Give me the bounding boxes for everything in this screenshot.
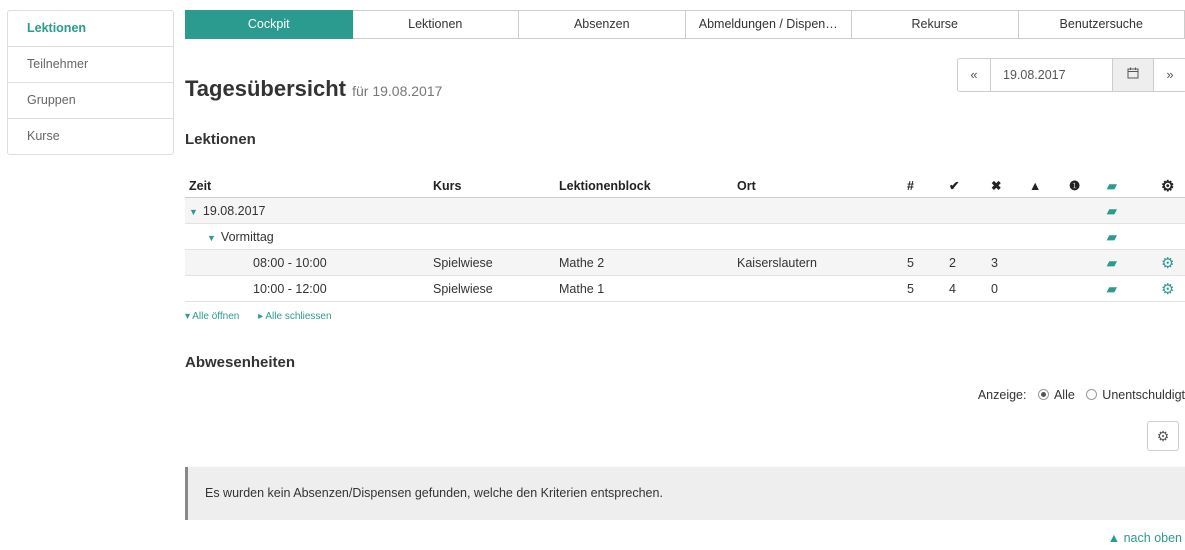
tab-cockpit[interactable]: Cockpit xyxy=(185,10,353,39)
abwesenheiten-section-title: Abwesenheiten xyxy=(185,354,296,371)
open-all-label: Alle öffnen xyxy=(192,311,240,322)
book-icon[interactable]: ▰ xyxy=(1103,249,1157,276)
settings-gear-button[interactable]: ⚙ xyxy=(1147,421,1179,451)
period-group-row: ▼ Vormittag ▰ xyxy=(185,223,1185,250)
column-present-icon[interactable]: ✔ xyxy=(945,174,987,198)
column-zeit[interactable]: Zeit xyxy=(185,174,429,198)
table-row: 08:00 - 10:00 Spielwiese Mathe 2 Kaisers… xyxy=(185,249,1185,276)
back-to-top-link[interactable]: ▲ nach oben xyxy=(1108,531,1182,545)
page-title: Tagesübersicht für 19.08.2017 xyxy=(185,76,442,102)
cell-present: 4 xyxy=(945,275,987,302)
caret-down-icon[interactable]: ▼ xyxy=(207,233,216,243)
date-group-row: ▼ 19.08.2017 ▰ xyxy=(185,197,1185,224)
left-navigation: Lektionen Teilnehmer Gruppen Kurse xyxy=(7,10,174,155)
back-to-top-label: nach oben xyxy=(1123,531,1182,545)
cell-ort xyxy=(733,275,903,302)
empty-message-box: Es wurden kein Absenzen/Dispensen gefund… xyxy=(185,467,1185,520)
cell-count: 5 xyxy=(903,249,945,276)
page-subtitle: für 19.08.2017 xyxy=(352,83,443,99)
tab-rekurse[interactable]: Rekurse xyxy=(852,10,1019,39)
radio-all-label[interactable]: Alle xyxy=(1054,388,1075,402)
cell-kurs-link[interactable]: Spielwiese xyxy=(429,249,555,276)
book-icon[interactable]: ▰ xyxy=(1103,275,1157,302)
table-row: 10:00 - 12:00 Spielwiese Mathe 1 5 4 0 ▰… xyxy=(185,275,1185,302)
close-all-label: Alle schliessen xyxy=(265,311,332,322)
date-group-label: 19.08.2017 xyxy=(202,203,266,218)
date-field[interactable]: 19.08.2017 xyxy=(990,59,1112,91)
column-info-icon[interactable]: ❶ xyxy=(1065,174,1103,198)
column-gears-icon: ⚙ xyxy=(1157,174,1185,198)
radio-all[interactable] xyxy=(1037,389,1049,400)
column-count[interactable]: # xyxy=(903,174,945,198)
cell-kurs-link[interactable]: Spielwiese xyxy=(429,275,555,302)
cell-zeit: 10:00 - 12:00 xyxy=(185,275,429,302)
period-group-label: Vormittag xyxy=(220,229,274,244)
column-absent-icon[interactable]: ✖ xyxy=(987,174,1025,198)
tab-lektionen[interactable]: Lektionen xyxy=(352,10,519,39)
lessons-table: Zeit Kurs Lektionenblock Ort # ✔ ✖ ▲ ❶ ▰… xyxy=(185,174,1185,302)
date-picker: « 19.08.2017 » xyxy=(957,58,1185,92)
date-group-cell[interactable]: ▼ 19.08.2017 xyxy=(185,197,1103,224)
gear-icon: ⚙ xyxy=(1156,428,1170,444)
absence-filter: Anzeige: Alle Unentschuldigt xyxy=(978,388,1185,402)
caret-down-icon[interactable]: ▼ xyxy=(189,207,198,217)
cell-zeit: 08:00 - 10:00 xyxy=(185,249,429,276)
column-book-icon: ▰ xyxy=(1103,174,1157,198)
gears-icon[interactable]: ⚙ xyxy=(1157,249,1185,276)
cell-ort: Kaiserslautern xyxy=(733,249,903,276)
period-group-cell[interactable]: ▼ Vormittag xyxy=(185,223,1103,250)
next-day-button[interactable]: » xyxy=(1153,59,1185,91)
tree-toggles: ▾ Alle öffnen ▸ Alle schliessen xyxy=(185,311,348,322)
sidebar-item-kurse[interactable]: Kurse xyxy=(8,118,173,154)
column-kurs[interactable]: Kurs xyxy=(429,174,555,198)
table-header-row: Zeit Kurs Lektionenblock Ort # ✔ ✖ ▲ ❶ ▰… xyxy=(185,174,1185,198)
previous-day-button[interactable]: « xyxy=(958,59,990,91)
tab-benutzersuche[interactable]: Benutzersuche xyxy=(1018,10,1185,39)
radio-unexcused[interactable] xyxy=(1086,389,1098,400)
column-lektionenblock[interactable]: Lektionenblock xyxy=(555,174,733,198)
calendar-icon[interactable] xyxy=(1112,59,1153,91)
column-ort[interactable]: Ort xyxy=(733,174,903,198)
sidebar-item-gruppen[interactable]: Gruppen xyxy=(8,82,173,118)
tab-absenzen[interactable]: Absenzen xyxy=(519,10,686,39)
close-all-link[interactable]: ▸ Alle schliessen xyxy=(258,311,339,322)
cell-absent: 3 xyxy=(987,249,1025,276)
open-all-link[interactable]: ▾ Alle öffnen xyxy=(185,311,247,322)
column-warning-icon[interactable]: ▲ xyxy=(1025,174,1065,198)
book-icon[interactable]: ▰ xyxy=(1103,223,1157,250)
tab-abmeldungen-dispensen[interactable]: Abmeldungen / Dispen… xyxy=(685,10,852,39)
page-title-text: Tagesübersicht xyxy=(185,76,346,101)
cell-absent: 0 xyxy=(987,275,1025,302)
lektionen-section-title: Lektionen xyxy=(185,131,256,148)
sidebar-item-lektionen[interactable]: Lektionen xyxy=(8,11,173,46)
filter-label: Anzeige: xyxy=(977,388,1027,402)
cell-count: 5 xyxy=(903,275,945,302)
book-icon[interactable]: ▰ xyxy=(1103,197,1157,224)
tab-bar: Cockpit Lektionen Absenzen Abmeldungen /… xyxy=(185,10,1185,39)
gears-icon[interactable]: ⚙ xyxy=(1157,275,1185,302)
sidebar-item-teilnehmer[interactable]: Teilnehmer xyxy=(8,46,173,82)
empty-message: Es wurden kein Absenzen/Dispensen gefund… xyxy=(205,486,663,500)
chevron-up-icon: ▲ xyxy=(1107,531,1121,545)
cell-present: 2 xyxy=(945,249,987,276)
cell-lektionenblock: Mathe 2 xyxy=(555,249,733,276)
radio-unexcused-label[interactable]: Unentschuldigt xyxy=(1102,388,1185,402)
cell-lektionenblock: Mathe 1 xyxy=(555,275,733,302)
